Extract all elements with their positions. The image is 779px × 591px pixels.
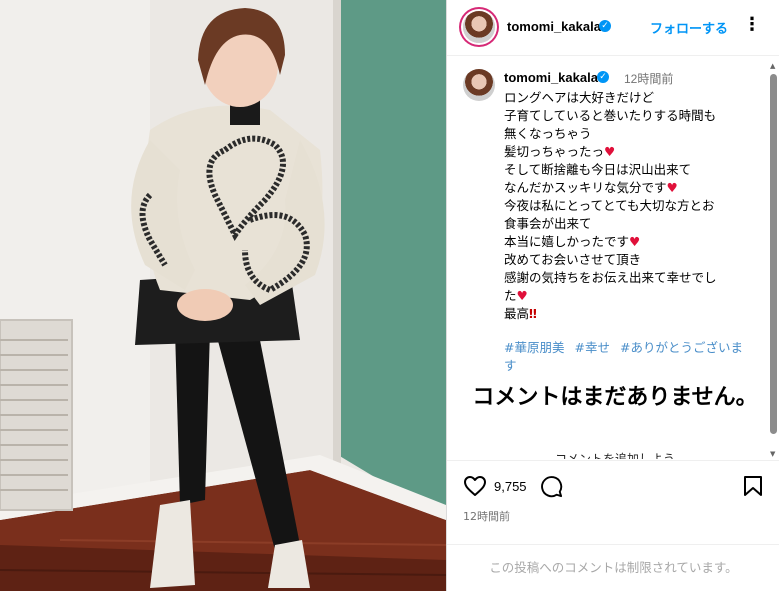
heart-emoji-icon: ♥ xyxy=(516,288,528,303)
comments-restricted-notice: この投稿へのコメントは制限されています。 xyxy=(447,544,779,591)
caption-line: ロングヘアは大好きだけど xyxy=(504,90,655,105)
add-comment-prompt: コメントを追加しよう xyxy=(554,452,675,459)
comment-icon[interactable] xyxy=(540,475,563,498)
post-side-panel: tomomi_kakala ✓ フォローする ⋮ tomomi_kakala ✓… xyxy=(446,0,779,591)
caption-line: 本当に嬉しかったです xyxy=(504,234,630,249)
caption-line: た xyxy=(504,288,517,303)
like-count[interactable]: 9,755 xyxy=(494,479,527,494)
follow-button[interactable]: フォローする xyxy=(650,18,728,37)
heart-emoji-icon: ♥ xyxy=(629,234,641,249)
scroll-up-arrow-icon[interactable]: ▲ xyxy=(770,62,775,70)
author-avatar[interactable] xyxy=(463,11,495,43)
hashtag-link[interactable]: #幸せ xyxy=(574,340,609,355)
caption-author-username[interactable]: tomomi_kakala xyxy=(504,70,598,85)
caption-line: 改めてお会いさせて頂き xyxy=(504,252,642,267)
scrollbar[interactable]: ▲ ▼ xyxy=(769,60,778,460)
post-caption: ロングヘアは大好きだけど 子育てしていると巻いたりする時間も 無くなっちゃう 髪… xyxy=(504,89,754,323)
heart-emoji-icon: ♥ xyxy=(666,180,678,195)
more-options-icon[interactable]: ⋮ xyxy=(743,14,761,36)
scrollbar-thumb[interactable] xyxy=(770,74,777,434)
caption-line: なんだかスッキリな気分です xyxy=(504,180,667,195)
comments-scroll-area[interactable]: tomomi_kakala ✓ 12時間前 ロングヘアは大好きだけど 子育てして… xyxy=(447,57,779,459)
caption-line: 今夜は私にとってとても大切な方とお xyxy=(504,198,715,213)
heart-icon[interactable] xyxy=(463,475,487,497)
heart-emoji-icon: ♥ xyxy=(604,144,616,159)
caption-line: 子育てしていると巻いたりする時間も xyxy=(504,108,717,123)
double-exclamation-emoji-icon: ‼ xyxy=(529,306,537,321)
caption-line: 髪切っちゃったっ xyxy=(504,144,605,159)
author-username[interactable]: tomomi_kakala xyxy=(507,19,601,34)
caption-line: 食事会が出来て xyxy=(504,216,592,231)
scroll-down-arrow-icon[interactable]: ▼ xyxy=(770,450,775,458)
bookmark-icon[interactable] xyxy=(743,475,763,497)
post-timestamp[interactable]: 12時間前 xyxy=(463,508,510,524)
post-header: tomomi_kakala ✓ フォローする ⋮ xyxy=(447,0,779,56)
post-photo[interactable] xyxy=(0,0,446,591)
post-actions: 9,755 12時間前 xyxy=(447,460,779,544)
verified-badge-icon: ✓ xyxy=(597,71,609,83)
caption-timestamp[interactable]: 12時間前 xyxy=(624,70,673,87)
photo-illustration xyxy=(0,0,446,591)
hashtag-link[interactable]: #華原朋美 xyxy=(504,340,564,355)
caption-line: 感謝の気持ちをお伝え出来て幸せでし xyxy=(504,270,717,285)
caption-author-avatar[interactable] xyxy=(463,69,495,101)
caption-line: 無くなっちゃう xyxy=(504,126,592,141)
verified-badge-icon: ✓ xyxy=(599,20,611,32)
caption-line: 最高 xyxy=(504,306,530,321)
hashtag-list: #華原朋美 #幸せ #ありがとうございます xyxy=(504,339,749,375)
no-comments-title: コメントはまだありません。 xyxy=(472,385,758,410)
caption-line: そして断捨離も今日は沢山出来て xyxy=(504,162,692,177)
